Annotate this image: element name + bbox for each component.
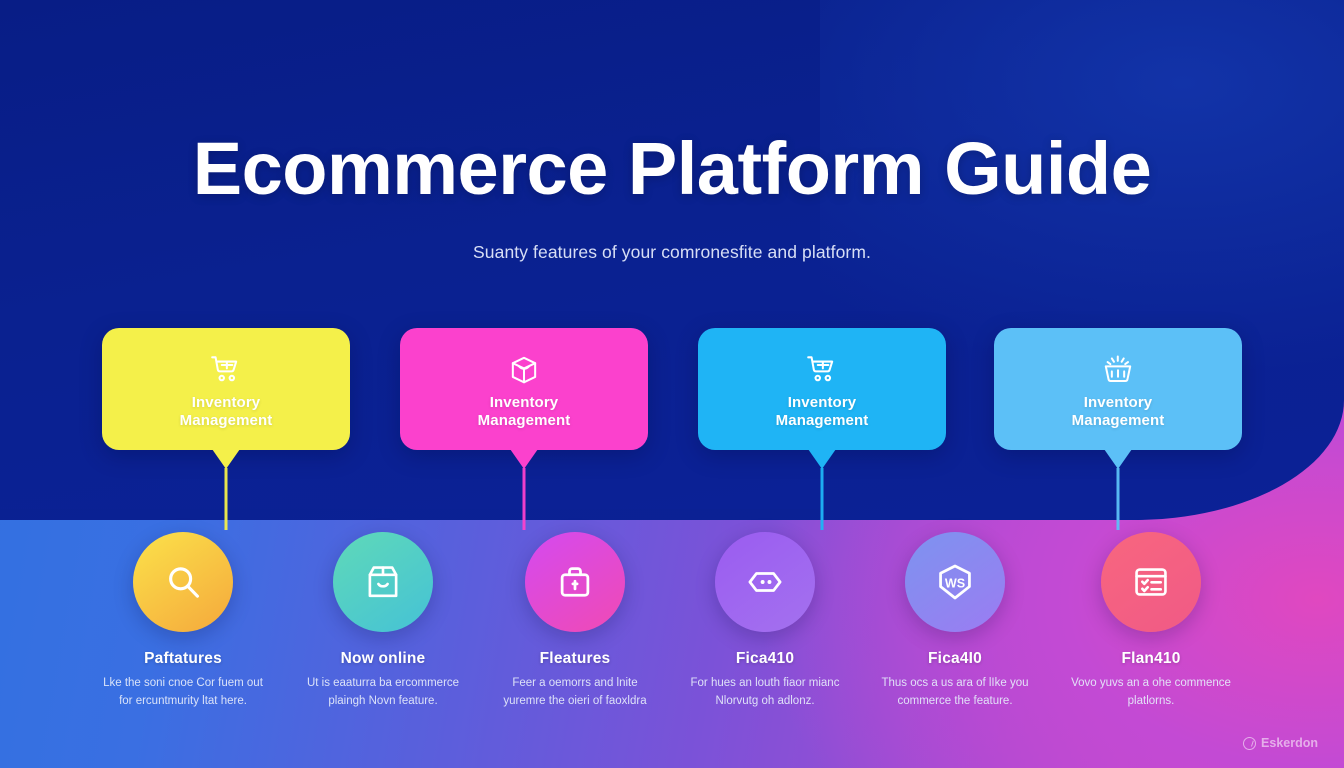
category-card-label: Inventory Management bbox=[478, 394, 571, 431]
feature-title: Paftatures bbox=[144, 650, 222, 667]
category-card-label-line1: Inventory bbox=[489, 393, 559, 411]
page-subtitle: Suanty features of your comronesfite and… bbox=[473, 241, 871, 262]
category-card-label-line1: Inventory bbox=[1083, 393, 1153, 411]
open-box-icon bbox=[362, 561, 404, 603]
category-card[interactable]: Inventory Management bbox=[994, 328, 1242, 530]
shopping-cart-icon bbox=[209, 348, 243, 390]
feature-icon-circle[interactable] bbox=[1101, 532, 1201, 632]
category-card[interactable]: Inventory Management bbox=[400, 328, 648, 530]
feature-description: Ut is eaaturra ba ercommerce plaingh Nov… bbox=[306, 677, 460, 707]
category-card-label-line2: Management bbox=[775, 412, 869, 429]
card-connector-stem bbox=[820, 468, 824, 530]
category-card-body[interactable]: Inventory Management bbox=[994, 328, 1242, 450]
card-connector-stem bbox=[1116, 468, 1120, 530]
feature-description: Feer a oemorrs and lnite yuremre the oie… bbox=[503, 677, 647, 707]
feature-description: Lke the soni cnoe Cor fuem out for ercun… bbox=[103, 677, 263, 707]
card-pointer-tail bbox=[808, 449, 836, 469]
watermark: Eskerdon bbox=[1243, 736, 1318, 750]
ws-badge-icon: WS bbox=[934, 561, 976, 603]
feature-item[interactable]: Fleatures Feer a oemorrs and lnite yurem… bbox=[482, 532, 668, 711]
category-card-row: Inventory Management Inventory Managemen… bbox=[0, 328, 1344, 530]
checklist-icon bbox=[1130, 561, 1172, 603]
category-card-body[interactable]: Inventory Management bbox=[698, 328, 946, 450]
category-card-body[interactable]: Inventory Management bbox=[400, 328, 648, 450]
infographic-canvas: Ecommerce Platform Guide Suanty features… bbox=[0, 0, 1344, 768]
feature-item[interactable]: Fica410 For hues an louth fiaor mianc Nl… bbox=[672, 532, 858, 711]
category-card-label-line2: Management bbox=[477, 412, 571, 429]
category-card-label-line2: Management bbox=[179, 412, 273, 429]
package-box-icon bbox=[507, 348, 541, 390]
category-card[interactable]: Inventory Management bbox=[102, 328, 350, 530]
feature-description: For hues an louth fiaor mianc Nlorvutg o… bbox=[690, 677, 840, 707]
feature-description: Vovo yuvs an a ohe commence platlorns. bbox=[1071, 677, 1231, 707]
briefcase-icon bbox=[554, 561, 596, 603]
circle-check-icon bbox=[1243, 736, 1257, 750]
category-card-label-line2: Management bbox=[1071, 412, 1165, 429]
feature-item[interactable]: WS Fica4I0 Thus ocs a us ara of lIke you… bbox=[862, 532, 1048, 711]
feature-icon-circle[interactable] bbox=[715, 532, 815, 632]
shopping-cart-icon bbox=[805, 348, 839, 390]
page-title: Ecommerce Platform Guide bbox=[192, 127, 1152, 210]
shopping-basket-icon bbox=[1101, 348, 1135, 390]
category-card-label: Inventory Management bbox=[776, 394, 869, 431]
feature-icon-circle[interactable]: WS bbox=[905, 532, 1005, 632]
feature-description: Thus ocs a us ara of lIke you commerce t… bbox=[881, 677, 1029, 707]
svg-text:WS: WS bbox=[945, 577, 965, 591]
category-card-body[interactable]: Inventory Management bbox=[102, 328, 350, 450]
card-pointer-tail bbox=[1104, 449, 1132, 469]
card-pointer-tail bbox=[212, 449, 240, 469]
feature-icon-circle[interactable] bbox=[133, 532, 233, 632]
header: Ecommerce Platform Guide Suanty features… bbox=[0, 130, 1344, 263]
feature-title: Now online bbox=[340, 650, 426, 667]
feature-item[interactable]: Now online Ut is eaaturra ba ercommerce … bbox=[290, 532, 476, 711]
category-card-label-line1: Inventory bbox=[191, 393, 261, 411]
category-card-label-line1: Inventory bbox=[787, 393, 857, 411]
feature-title: Fica410 bbox=[735, 650, 795, 667]
feature-title: Fica4I0 bbox=[928, 650, 982, 667]
category-card-label: Inventory Management bbox=[1072, 394, 1165, 431]
feature-icon-circle[interactable] bbox=[333, 532, 433, 632]
feature-icon-circle[interactable] bbox=[525, 532, 625, 632]
feature-item[interactable]: Paftatures Lke the soni cnoe Cor fuem ou… bbox=[90, 532, 276, 711]
feature-title: Flan410 bbox=[1121, 650, 1181, 667]
card-pointer-tail bbox=[510, 449, 538, 469]
chat-bubble-icon bbox=[744, 561, 786, 603]
card-connector-stem bbox=[224, 468, 228, 530]
watermark-label: Eskerdon bbox=[1261, 736, 1318, 750]
search-magnifier-icon bbox=[162, 561, 204, 603]
category-card[interactable]: Inventory Management bbox=[698, 328, 946, 530]
category-card-label: Inventory Management bbox=[180, 394, 273, 431]
feature-item[interactable]: Flan410 Vovo yuvs an a ohe commence plat… bbox=[1058, 532, 1244, 711]
feature-title: Fleatures bbox=[539, 650, 611, 667]
card-connector-stem bbox=[522, 468, 526, 530]
